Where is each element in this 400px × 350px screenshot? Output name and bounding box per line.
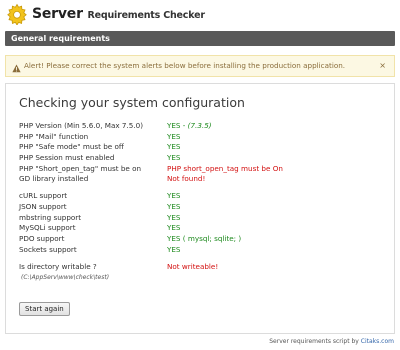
requirement-status: YES <box>167 213 181 224</box>
requirement-row: PHP "Safe mode" must be off YES <box>19 142 379 153</box>
status-text: YES <box>167 142 181 152</box>
requirement-label: PHP "Short_open_tag" must be on <box>19 163 142 173</box>
requirement-row: cURL support YES <box>19 191 379 202</box>
requirement-label: Sockets support <box>19 244 77 254</box>
status-text: YES <box>167 212 181 222</box>
requirement-label: JSON support <box>19 201 67 211</box>
status-text: YES <box>167 131 181 141</box>
requirement-row: PHP Session must enabled YES <box>19 153 379 164</box>
warning-icon <box>12 61 21 73</box>
status-text: Not found! <box>167 174 206 184</box>
requirement-label: PHP "Safe mode" must be off <box>19 142 124 152</box>
alert-message: Alert! Please correct the system alerts … <box>24 61 346 70</box>
requirement-label: mbstring support <box>19 212 82 222</box>
app-title-main: Server <box>32 6 83 22</box>
requirement-status: Not found! <box>167 174 205 185</box>
requirement-status: YES <box>167 153 181 164</box>
requirement-status: YES <box>167 132 181 143</box>
requirement-label: GD library installed <box>19 174 89 184</box>
requirement-status: YES <box>167 202 181 213</box>
page: Server Requirements Checker General requ… <box>0 0 400 350</box>
requirement-row: JSON support YES <box>19 202 379 213</box>
requirement-row: PHP "Mail" function YES <box>19 132 379 143</box>
directory-path: (C:\AppServ\www\check\test) <box>21 273 110 281</box>
gear-icon <box>6 3 28 25</box>
app-header: Server Requirements Checker <box>6 3 205 25</box>
requirement-label: PHP Version (Min 5.6.0, Max 7.5.0) <box>19 121 144 130</box>
requirement-status: PHP short_open_tag must be On <box>167 164 283 175</box>
footer-link[interactable]: Citaks.com <box>361 338 394 345</box>
requirements-list: PHP Version (Min 5.6.0, Max 7.5.0) YES - … <box>19 121 379 282</box>
requirement-status: YES <box>167 245 181 256</box>
requirement-row: Sockets support YES <box>19 245 379 256</box>
start-again-button[interactable]: Start again <box>19 302 70 316</box>
status-text: YES <box>167 153 181 163</box>
requirement-status: YES - (7.3.5) <box>167 121 212 132</box>
status-text: PHP short_open_tag must be On <box>167 163 283 173</box>
requirement-row: PDO support YES ( mysql; sqlite; ) <box>19 234 379 245</box>
page-title: Checking your system configuration <box>19 95 245 110</box>
status-detail: ( mysql; sqlite; ) <box>180 233 242 243</box>
writable-row: Is directory writable ? Not writeable! <box>19 262 379 273</box>
requirement-status: YES <box>167 142 181 153</box>
status-text: YES <box>167 244 181 254</box>
requirement-row: mbstring support YES <box>19 213 379 224</box>
app-title: Server Requirements Checker <box>32 6 205 22</box>
close-icon[interactable]: × <box>379 56 386 76</box>
requirement-row: PHP Version (Min 5.6.0, Max 7.5.0) YES - … <box>19 121 379 132</box>
requirement-label: PDO support <box>19 233 65 243</box>
alert-box: Alert! Please correct the system alerts … <box>5 55 395 77</box>
status-version: (7.3.5) <box>187 121 212 130</box>
status-text: YES <box>167 223 181 233</box>
requirement-label: MySQLi support <box>19 223 76 233</box>
requirement-row: MySQLi support YES <box>19 223 379 234</box>
requirement-status: YES <box>167 223 181 234</box>
requirement-row: GD library installed Not found! <box>19 174 379 185</box>
status-text: YES <box>167 233 181 243</box>
requirement-label: PHP "Mail" function <box>19 131 89 141</box>
writable-status: Not writeable! <box>167 262 219 272</box>
requirement-label: cURL support <box>19 191 68 201</box>
status-detail: - <box>180 121 188 130</box>
section-header: General requirements <box>5 31 395 46</box>
requirement-status: YES <box>167 191 181 202</box>
config-panel: Checking your system configuration PHP V… <box>5 83 395 334</box>
status-text: YES <box>167 121 181 130</box>
requirement-row: PHP "Short_open_tag" must be on PHP short… <box>19 164 379 175</box>
footer: Server requirements script by Citaks.com <box>269 338 394 345</box>
app-title-sub: Requirements Checker <box>87 10 206 21</box>
requirement-status: YES ( mysql; sqlite; ) <box>167 234 241 245</box>
footer-text: Server requirements script by <box>269 338 361 345</box>
status-text: YES <box>167 191 181 201</box>
status-text: YES <box>167 201 181 211</box>
writable-label: Is directory writable ? <box>19 262 97 272</box>
requirement-label: PHP Session must enabled <box>19 153 115 163</box>
